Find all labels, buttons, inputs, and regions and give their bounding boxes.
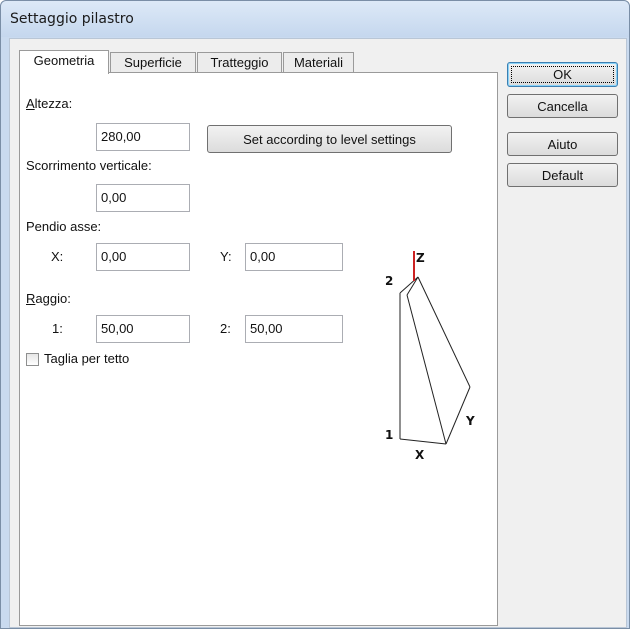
diagram-label-2: 2 <box>385 274 393 288</box>
ok-button[interactable]: OK <box>507 62 618 87</box>
pendio-y-input[interactable]: 0,00 <box>245 243 343 271</box>
taglia-per-tetto-checkbox[interactable] <box>26 353 39 366</box>
dialog-client-area: Geometria Superficie Tratteggio Material… <box>9 38 627 628</box>
raggio-2-input[interactable]: 50,00 <box>245 315 343 343</box>
raggio-1-input[interactable]: 50,00 <box>96 315 190 343</box>
pendio-x-label: X: <box>51 249 64 264</box>
tab-materiali[interactable]: Materiali <box>283 52 354 72</box>
raggio-label-mnemonic: R <box>26 291 36 306</box>
tab-geometria[interactable]: Geometria <box>19 50 109 74</box>
raggio-label-rest: aggio: <box>35 291 71 306</box>
scorrimento-label: Scorrimento verticale: <box>26 158 152 173</box>
taglia-per-tetto-label[interactable]: Taglia per tetto <box>44 351 129 366</box>
raggio-label: Raggio: <box>26 291 71 306</box>
pendio-y-label: Y: <box>220 249 232 264</box>
scorrimento-input[interactable]: 0,00 <box>96 184 190 212</box>
tab-tratteggio[interactable]: Tratteggio <box>197 52 282 72</box>
geometria-panel: Altezza: 280,00 Set according to level s… <box>19 72 498 626</box>
raggio-2-label: 2: <box>220 321 231 336</box>
tab-superficie[interactable]: Superficie <box>110 52 196 72</box>
column-fill <box>400 277 470 444</box>
dialog-window: Settaggio pilastro Geometria Superficie … <box>0 0 630 629</box>
diagram-label-y: Y <box>465 414 475 428</box>
altezza-label-rest: ltezza: <box>34 96 73 111</box>
default-button[interactable]: Default <box>507 163 618 187</box>
altezza-input[interactable]: 280,00 <box>96 123 190 151</box>
set-level-settings-button[interactable]: Set according to level settings <box>207 125 452 153</box>
help-button[interactable]: Aiuto <box>507 132 618 156</box>
column-diagram: Z 2 1 X Y <box>385 251 475 462</box>
diagram-label-1: 1 <box>385 428 393 442</box>
ok-focus-ring <box>511 66 614 83</box>
pendio-x-input[interactable]: 0,00 <box>96 243 190 271</box>
altezza-label: Altezza: <box>26 96 72 111</box>
diagram-label-z: Z <box>416 251 425 265</box>
raggio-1-label: 1: <box>52 321 63 336</box>
diagram-label-x: X <box>415 448 425 462</box>
pendio-asse-label: Pendio asse: <box>26 219 102 234</box>
cancel-button[interactable]: Cancella <box>507 94 618 118</box>
window-title: Settaggio pilastro <box>10 11 134 27</box>
title-bar[interactable]: Settaggio pilastro <box>1 1 629 37</box>
altezza-label-mnemonic: A <box>26 96 35 111</box>
